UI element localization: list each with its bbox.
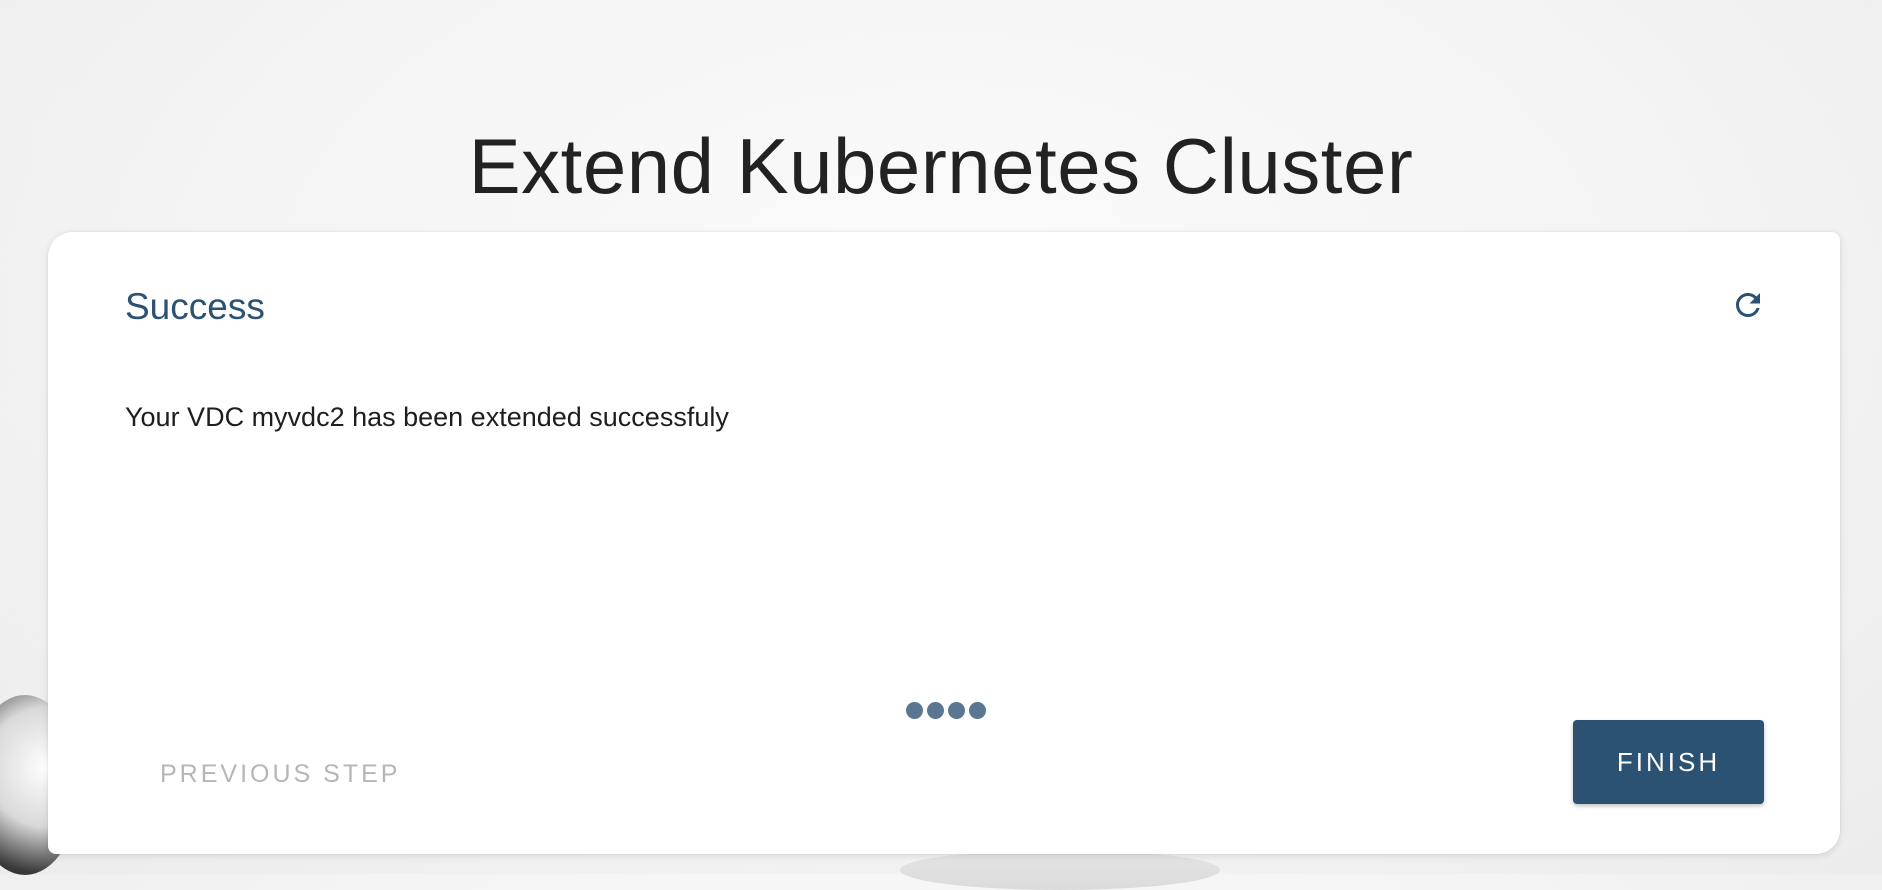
finish-button[interactable]: FINISH [1573,720,1764,804]
wizard-card: Success Your VDC myvdc2 has been extende… [48,232,1840,854]
step-dot-3 [948,702,965,719]
step-dot-4 [969,702,986,719]
step-indicator [906,702,986,719]
success-message: Your VDC myvdc2 has been extended succes… [125,402,729,432]
step-dot-1 [906,702,923,719]
refresh-button[interactable] [1730,287,1766,323]
page-title: Extend Kubernetes Cluster [468,122,1414,211]
card-title: Success [125,286,265,327]
previous-step-button[interactable]: PREVIOUS STEP [148,744,412,788]
refresh-icon [1736,293,1760,317]
step-dot-2 [927,702,944,719]
background-decoration-bottom [900,850,1220,890]
